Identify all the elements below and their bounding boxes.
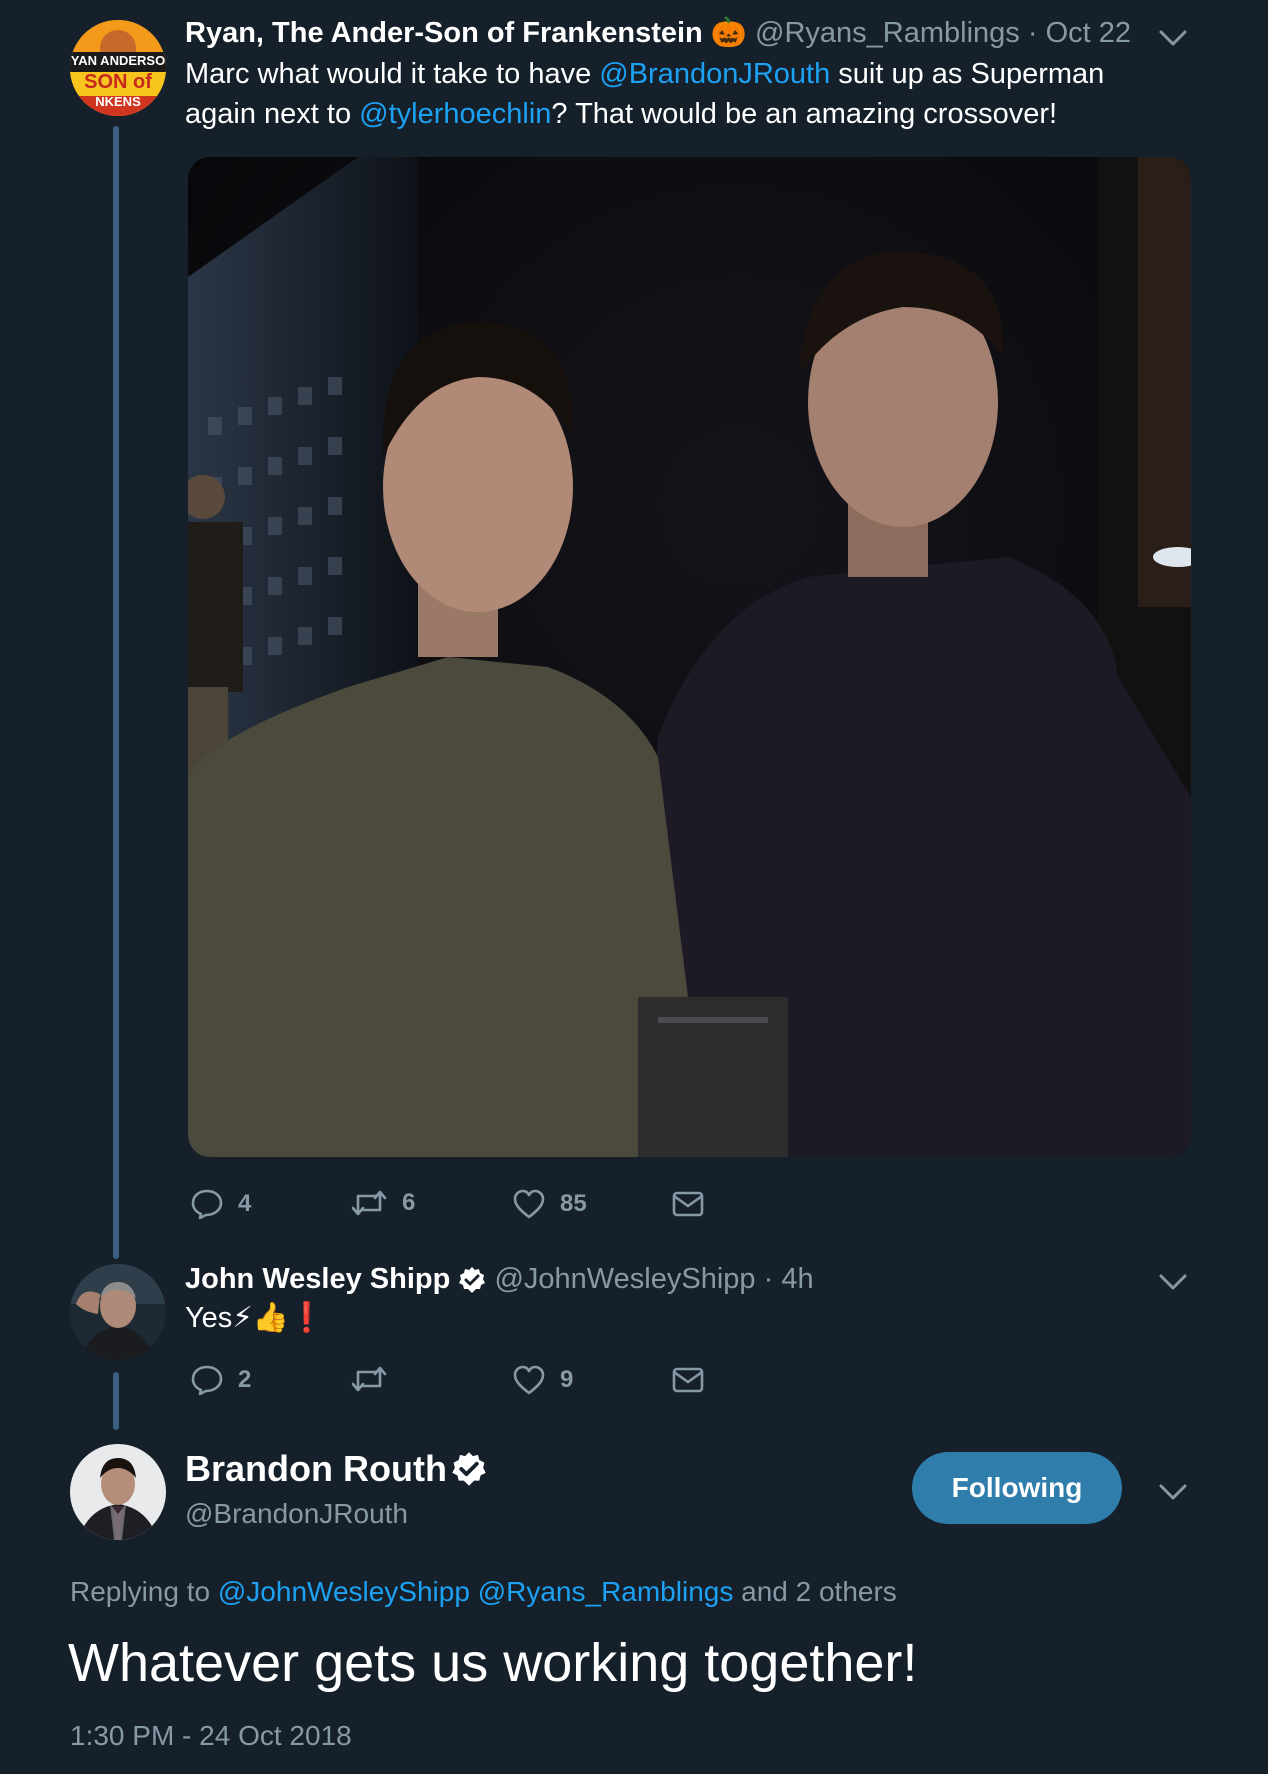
author-handle[interactable]: @BrandonJRouth	[185, 1498, 408, 1530]
author-name[interactable]: John Wesley Shipp	[185, 1263, 450, 1295]
chevron-down-icon[interactable]	[1158, 1482, 1188, 1502]
tweet-time[interactable]: Oct 22	[1046, 17, 1131, 49]
separator: ·	[1027, 17, 1038, 49]
like-icon	[513, 1189, 545, 1219]
verified-badge-icon	[459, 1267, 486, 1294]
dm-action[interactable]	[672, 1366, 704, 1394]
retweet-action[interactable]: 6	[350, 1188, 415, 1218]
separator: ·	[763, 1263, 774, 1295]
avatar-line3: NKENS	[95, 94, 141, 109]
reply-icon	[191, 1365, 223, 1396]
text-part: Yes	[185, 1302, 233, 1334]
dm-icon	[672, 1191, 704, 1217]
author-handle[interactable]: @Ryans_Ramblings	[755, 17, 1020, 49]
retweet-icon	[351, 1366, 387, 1392]
thread-line-2	[113, 1372, 119, 1430]
reply-icon	[191, 1189, 223, 1220]
tweet1-text: Marc what would it take to have @Brandon…	[185, 54, 1175, 134]
text-part: ? That would be an amazing crossover!	[551, 98, 1058, 130]
reply-action[interactable]: 2	[190, 1364, 251, 1396]
author-name[interactable]: Brandon Routh	[185, 1448, 447, 1489]
tweet-time[interactable]: 4h	[781, 1263, 813, 1295]
mention-johnwesleyshipp[interactable]: @JohnWesleyShipp	[218, 1576, 470, 1607]
replying-suffix[interactable]: and 2 others	[733, 1576, 897, 1607]
avatar-line2: SON of	[84, 71, 152, 93]
following-button[interactable]: Following	[912, 1452, 1122, 1524]
tweet3-timestamp[interactable]: 1:30 PM - 24 Oct 2018	[70, 1720, 352, 1752]
reply-action[interactable]: 4	[190, 1188, 251, 1220]
avatar-line1: YAN ANDERSO	[70, 53, 166, 68]
reply-count: 2	[238, 1366, 252, 1393]
like-icon	[513, 1365, 545, 1395]
pumpkin-emoji: 🎃	[710, 17, 747, 49]
thread-line-1	[113, 126, 119, 1259]
like-action[interactable]: 9	[512, 1364, 573, 1396]
tweet3-text: Whatever gets us working together!	[68, 1633, 918, 1693]
avatar-ryans-ramblings[interactable]: YAN ANDERSO SON of NKENS	[70, 20, 166, 116]
dm-icon	[672, 1367, 704, 1393]
retweet-action[interactable]	[350, 1364, 402, 1394]
tweet1-header: Ryan, The Ander-Son of Frankenstein 🎃 @R…	[185, 16, 1131, 50]
text-part: Marc what would it take to have	[185, 58, 600, 90]
retweet-icon	[351, 1190, 387, 1216]
avatar-brandonjrouth[interactable]	[70, 1444, 166, 1540]
author-name[interactable]: Ryan, The Ander-Son of Frankenstein	[185, 17, 703, 49]
author-handle[interactable]: @JohnWesleyShipp	[494, 1263, 755, 1295]
avatar-johnwesleyshipp[interactable]	[70, 1264, 166, 1360]
like-count: 9	[560, 1366, 574, 1393]
mention-brandonjrouth[interactable]: @BrandonJRouth	[599, 58, 830, 90]
retweet-count: 6	[402, 1189, 416, 1216]
emoji-sequence: ⚡👍❗	[232, 1302, 325, 1334]
mention-ryans-ramblings[interactable]: @Ryans_Ramblings	[478, 1576, 734, 1607]
verified-badge-icon	[452, 1452, 487, 1486]
chevron-down-icon[interactable]	[1158, 28, 1188, 48]
tweet2-text: Yes⚡👍❗	[185, 1298, 325, 1338]
dm-action[interactable]	[672, 1190, 704, 1218]
avatar-image	[70, 1444, 166, 1540]
replying-prefix: Replying to	[70, 1576, 218, 1607]
like-action[interactable]: 85	[512, 1188, 587, 1220]
tweet-photo[interactable]	[188, 157, 1191, 1157]
replying-to: Replying to @JohnWesleyShipp @Ryans_Ramb…	[70, 1576, 897, 1608]
avatar-image	[70, 1264, 166, 1360]
reply-count: 4	[238, 1190, 252, 1217]
mention-tylerhoechlin[interactable]: @tylerhoechlin	[359, 98, 551, 130]
like-count: 85	[560, 1190, 587, 1217]
photo-image	[188, 157, 1191, 1157]
chevron-down-icon[interactable]	[1158, 1272, 1188, 1292]
tweet2-header: John Wesley Shipp @JohnWesleyShipp · 4h	[185, 1262, 814, 1296]
tweet3-author: Brandon Routh	[185, 1448, 487, 1490]
